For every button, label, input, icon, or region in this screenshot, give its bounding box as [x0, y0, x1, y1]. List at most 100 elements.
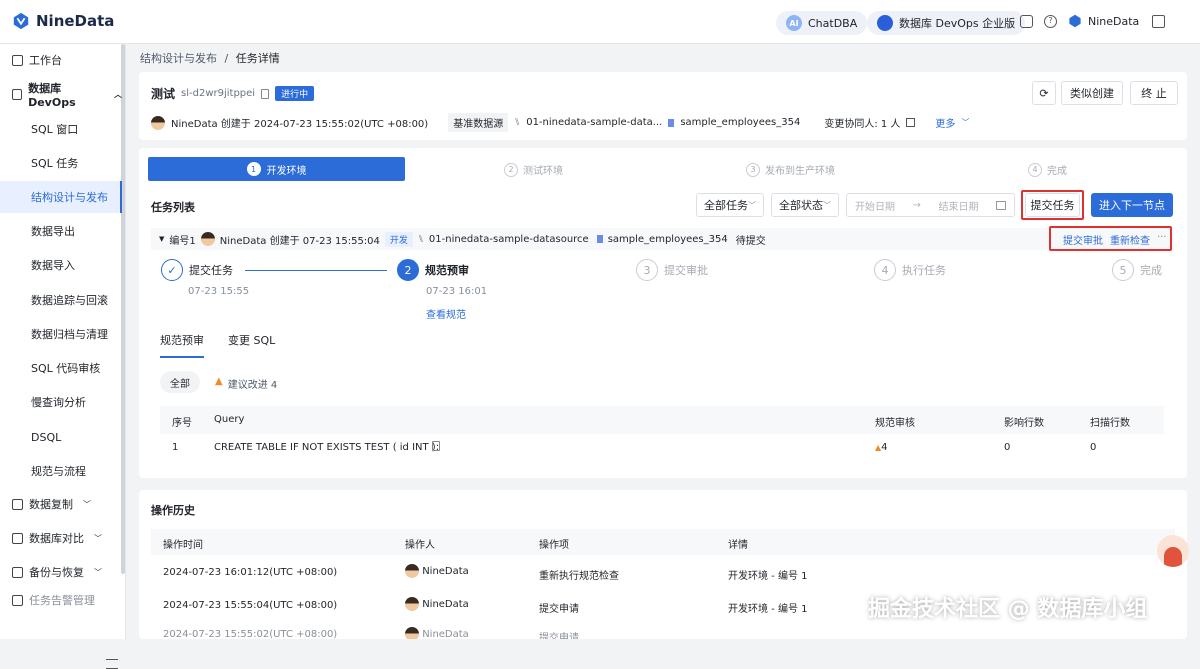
tab-change-sql[interactable]: 变更 SQL [228, 332, 275, 348]
breadcrumb-separator: / [224, 52, 229, 65]
breadcrumb-parent[interactable]: 结构设计与发布 [140, 52, 217, 65]
cell-time: 2024-07-23 15:55:04(UTC +08:00) [163, 600, 338, 611]
env-tag: 开发 [384, 231, 413, 247]
chevron-down-icon[interactable]: ﹀ [961, 117, 969, 128]
cell-time: 2024-07-23 15:55:02(UTC +08:00) [163, 629, 338, 639]
sidebar-item-label: 数据复制 [29, 498, 73, 511]
avatar [405, 564, 419, 578]
org-icon [1069, 14, 1081, 28]
sidebar-item-dsql[interactable]: DSQL [0, 421, 122, 453]
copy-icon[interactable] [261, 88, 270, 99]
refresh-icon: ⟳ [1039, 86, 1049, 100]
env-step-prod[interactable]: 3 发布到生产环境 [746, 162, 835, 177]
more-actions-icon[interactable]: ··· [1157, 232, 1167, 247]
task-item-header[interactable]: ▼ 编号1 NineData 创建于 07-23 15:55:04 开发 ⑊ 0… [151, 228, 1174, 250]
status-badge: 进行中 [275, 86, 315, 101]
sidebar-item-rules[interactable]: 规范与流程 [0, 455, 122, 487]
help-icon[interactable]: ? [1044, 15, 1057, 28]
devops-edition-button[interactable]: 数据库 DevOps 企业版 [867, 11, 1026, 35]
sidebar-group-devops[interactable]: 数据库 DevOps ︿ [0, 78, 122, 110]
bell-icon[interactable] [1020, 15, 1033, 28]
env-step-test[interactable]: 2 测试环境 [504, 162, 563, 177]
clone-button[interactable]: 类似创建 [1061, 81, 1123, 105]
chevron-down-icon: ﹀ [83, 499, 91, 509]
cell-rule-audit[interactable]: ▲4 [875, 442, 888, 453]
column-header: Query [214, 414, 245, 425]
sidebar-item-schema-release[interactable]: 结构设计与发布 [0, 181, 122, 213]
status-filter-select[interactable]: 全部状态 ﹀ [771, 193, 839, 217]
sidebar-item-sql-task[interactable]: SQL 任务 [0, 147, 122, 179]
submit-approval-link[interactable]: 提交审批 [1063, 232, 1103, 247]
sidebar-item-alerts[interactable]: 任务告警管理 [0, 590, 122, 610]
step-number: 2 [397, 259, 419, 281]
sidebar-item-slow-query[interactable]: 慢查询分析 [0, 386, 122, 418]
date-range-picker[interactable]: 开始日期 → 结束日期 [846, 193, 1015, 217]
operator-name: NineData [422, 566, 469, 577]
column-header: 操作时间 [163, 540, 203, 551]
flow-step-label: 完成 [1140, 264, 1162, 277]
cell-affected-rows: 0 [1004, 442, 1011, 453]
edit-icon[interactable] [906, 118, 916, 127]
org-name: NineData [1088, 14, 1140, 28]
avatar [405, 597, 419, 611]
sidebar-item-data-archive[interactable]: 数据归档与清理 [0, 318, 122, 350]
submit-task-button[interactable]: 提交任务 [1025, 193, 1080, 217]
sidebar-item-data-export[interactable]: 数据导出 [0, 215, 122, 247]
step-number: 4 [874, 259, 896, 281]
view-rules-link[interactable]: 查看规范 [426, 306, 466, 321]
start-date-input[interactable]: 开始日期 [855, 198, 895, 213]
app-name: NineData [36, 12, 115, 30]
rule-count: 4 [881, 442, 888, 453]
sidebar-item-data-import[interactable]: 数据导入 [0, 249, 122, 281]
sidebar-item-label: 工作台 [29, 54, 62, 67]
caret-down-icon[interactable]: ▼ [159, 235, 164, 243]
env-step-dev[interactable]: 1 开发环境 [148, 157, 405, 181]
end-date-input[interactable]: 结束日期 [938, 198, 978, 213]
cell-detail: 开发环境 - 编号 1 [728, 571, 808, 582]
env-step-done[interactable]: 4 完成 [1028, 162, 1067, 177]
sidebar-item-sql-review[interactable]: SQL 代码审核 [0, 352, 122, 384]
sidebar-item-compare[interactable]: 数据库对比 ﹀ [0, 522, 122, 554]
language-icon[interactable] [1152, 15, 1165, 28]
ninedata-logo[interactable]: NineData [12, 12, 114, 30]
refresh-button[interactable]: ⟳ [1032, 81, 1056, 105]
sidebar-item-label: 数据库 DevOps [28, 81, 76, 109]
database-icon [668, 118, 675, 127]
monitor-icon [12, 88, 23, 100]
chevron-down-icon: ﹀ [94, 533, 102, 543]
cell-scanned-rows: 0 [1090, 442, 1097, 453]
ai-icon: AI [786, 15, 802, 31]
cell-index: 1 [172, 442, 179, 453]
arrow-right-icon: → [912, 199, 921, 211]
operator-name: NineData [422, 629, 469, 639]
tab-precheck[interactable]: 规范预审 [160, 332, 204, 358]
flow-step-time: 07-23 15:55 [188, 286, 250, 297]
chatdba-button[interactable]: AI ChatDBA [776, 11, 868, 35]
step-number: 3 [636, 259, 658, 281]
task-filter-select[interactable]: 全部任务 ﹀ [696, 193, 764, 217]
sidebar-item-sql-window[interactable]: SQL 窗口 [0, 113, 122, 145]
copy-icon[interactable] [432, 441, 440, 451]
chevron-up-icon: ︿ [114, 89, 122, 99]
env-step-label: 测试环境 [523, 166, 563, 177]
item-state: 待提交 [735, 235, 766, 247]
recheck-link[interactable]: 重新检查 [1110, 232, 1150, 247]
support-avatar-icon [1164, 547, 1182, 567]
org-switcher[interactable]: NineData [1068, 14, 1139, 28]
flow-step-2: 2 规范预审 [397, 259, 469, 281]
datasource-name: 01-ninedata-sample-data... [526, 117, 663, 128]
env-step-label: 发布到生产环境 [765, 166, 835, 177]
task-filter-value: 全部任务 [704, 199, 748, 212]
sidebar-item-backup[interactable]: 备份与恢复 ﹀ [0, 556, 122, 588]
filter-all-chip[interactable]: 全部 [160, 371, 200, 393]
next-node-button[interactable]: 进入下一节点 [1091, 193, 1173, 217]
support-avatar-button[interactable] [1157, 535, 1189, 567]
filter-suggest-chip[interactable]: ▲ 建议改进 4 [215, 376, 277, 391]
sidebar-item-workbench[interactable]: 工作台 [0, 44, 122, 76]
collapse-sidebar-icon[interactable] [106, 659, 118, 669]
sidebar-item-replication[interactable]: 数据复制 ﹀ [0, 488, 122, 520]
sidebar-item-data-tracking[interactable]: 数据追踪与回滚 [0, 284, 122, 316]
step-number: 5 [1112, 259, 1134, 281]
terminate-button[interactable]: 终 止 [1130, 81, 1178, 105]
more-link[interactable]: 更多 [935, 115, 955, 130]
